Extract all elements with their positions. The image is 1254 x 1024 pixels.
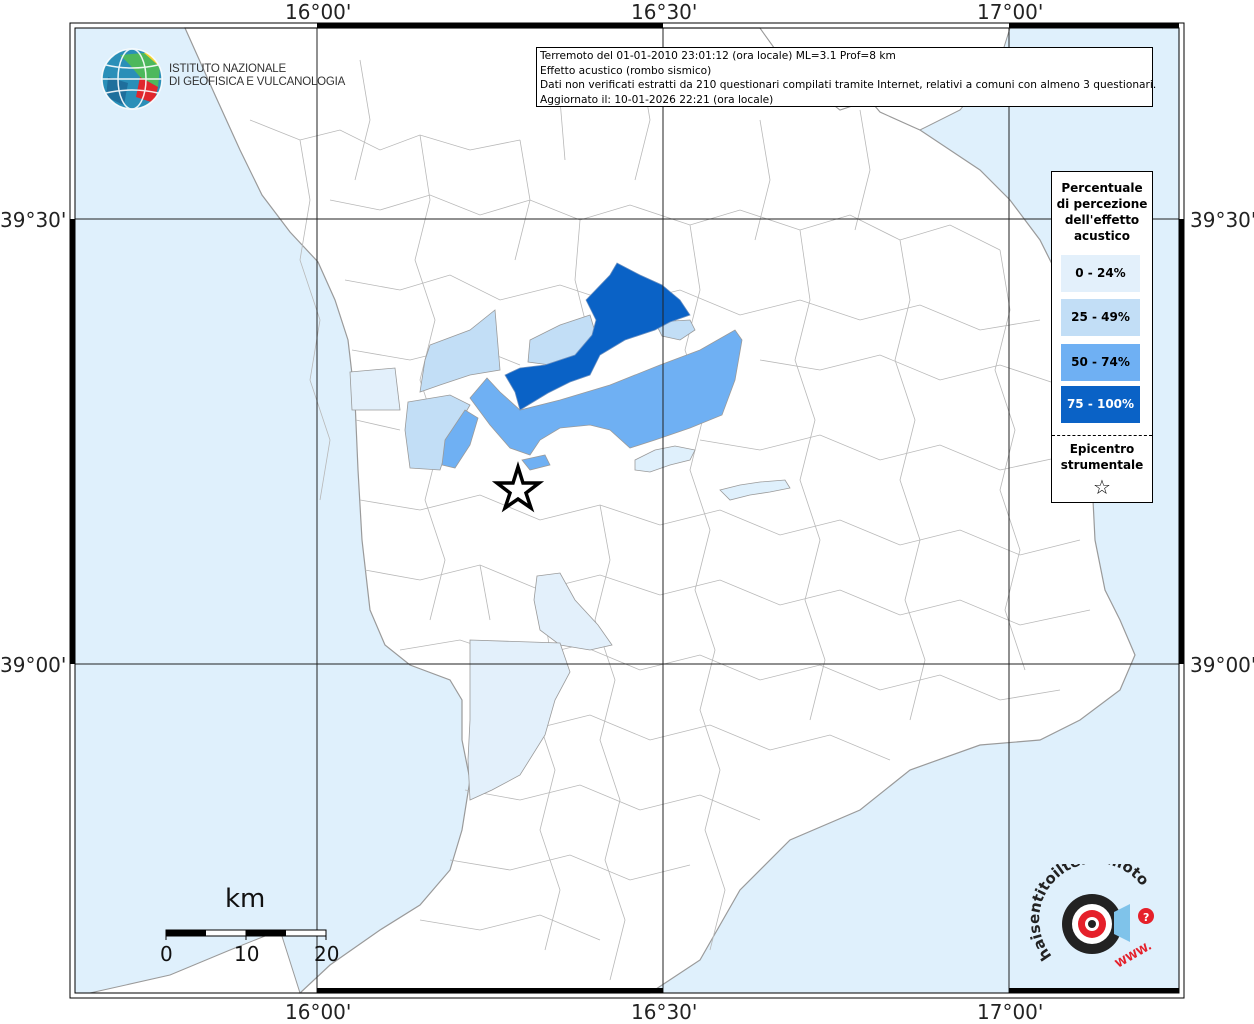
- lon-label-top-1600: 16°00': [285, 0, 352, 24]
- lat-label-left-3930: 39°30': [0, 208, 67, 232]
- legend-title-line4: acustico: [1073, 229, 1131, 243]
- legend-item-0-24: 0 - 24%: [1061, 255, 1140, 292]
- legend-item-50-74: 50 - 74%: [1061, 344, 1140, 381]
- update-time: Aggiornato il: 10-01-2026 22:21 (ora loc…: [540, 93, 774, 106]
- legend-title-line1: Percentuale: [1061, 181, 1143, 195]
- effect-type: Effetto acustico (rombo sismico): [540, 64, 712, 77]
- legend-epicenter-line2: strumentale: [1060, 458, 1144, 472]
- lon-label-top-1630: 16°30': [631, 0, 698, 24]
- ingv-line2: DI GEOFISICA E VULCANOLOGIA: [169, 76, 346, 88]
- legend-item-75-100: 75 - 100%: [1061, 386, 1140, 423]
- svg-text:?: ?: [1143, 911, 1149, 924]
- scale-label-0: 0: [160, 942, 173, 966]
- event-title: Terremoto del 01-01-2010 23:01:12 (ora l…: [540, 50, 896, 62]
- legend-item-25-49: 25 - 49%: [1061, 299, 1140, 336]
- ingv-globe-icon: [101, 48, 163, 110]
- data-note: Dati non verificati estratti da 210 ques…: [540, 79, 1157, 91]
- legend-star-icon: ☆: [1093, 475, 1111, 499]
- legend-epicenter-line1: Epicentro: [1069, 442, 1135, 456]
- legend-title: Percentuale di percezione dell'effetto a…: [1052, 180, 1152, 244]
- lat-label-right-3900: 39°00': [1190, 653, 1254, 677]
- legend-box: Percentuale di percezione dell'effetto a…: [1051, 171, 1153, 503]
- legend-epicenter-label: Epicentro strumentale: [1052, 441, 1152, 473]
- legend-separator: [1052, 435, 1152, 436]
- lat-label-left-3900: 39°00': [0, 653, 67, 677]
- lon-label-top-1700: 17°00': [977, 0, 1044, 24]
- lon-label-bottom-1700: 17°00': [977, 1000, 1044, 1024]
- lon-label-bottom-1630: 16°30': [631, 1000, 698, 1024]
- event-info-box: Terremoto del 01-01-2010 23:01:12 (ora l…: [536, 47, 1157, 107]
- scale-label-10: 10: [234, 942, 260, 966]
- scale-unit: km: [225, 884, 266, 914]
- hsit-www: WWW.: [1113, 939, 1154, 970]
- lon-label-bottom-1600: 16°00': [285, 1000, 352, 1024]
- legend-title-line2: di percezione: [1056, 197, 1148, 211]
- legend-title-line3: dell'effetto: [1064, 213, 1140, 227]
- hsit-logo-icon: ? haisentitoilterremoto.it WWW.: [1030, 864, 1154, 971]
- ingv-name: ISTITUTO NAZIONALE DI GEOFISICA E VULCAN…: [169, 63, 345, 89]
- ingv-line1: ISTITUTO NAZIONALE: [169, 63, 286, 75]
- lat-label-right-3930: 39°30': [1190, 208, 1254, 232]
- scale-label-20: 20: [314, 942, 340, 966]
